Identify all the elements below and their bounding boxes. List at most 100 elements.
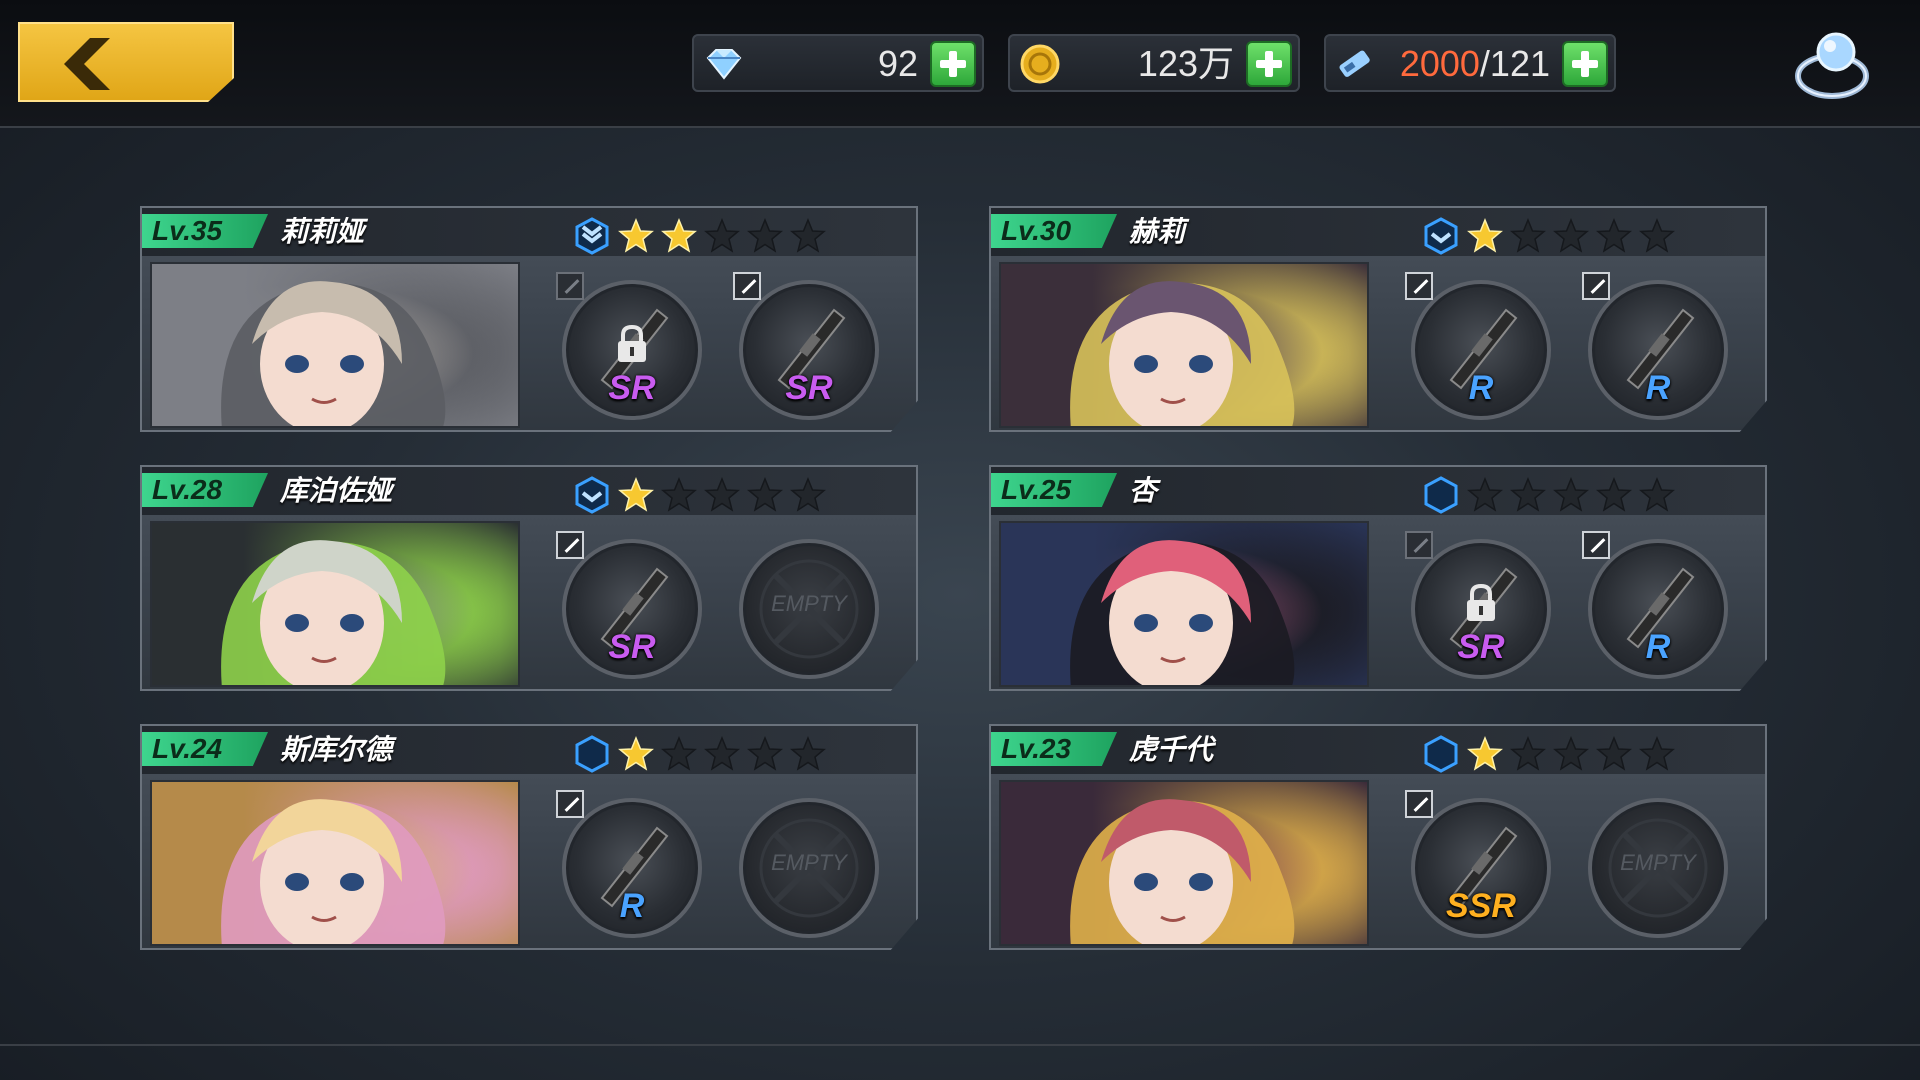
rank-chevron-icon bbox=[1424, 217, 1458, 255]
equipment-slot[interactable]: SR bbox=[556, 531, 702, 679]
character-portrait bbox=[999, 521, 1369, 687]
stamina-value: 2000/121 bbox=[1400, 42, 1550, 86]
equipment-slot[interactable]: SR bbox=[733, 272, 879, 420]
rarity-label: R bbox=[1645, 369, 1671, 407]
level-badge: Lv.24 bbox=[142, 732, 268, 766]
rank-hex-icon bbox=[575, 735, 609, 773]
stamina-ticket-icon bbox=[1339, 50, 1370, 77]
stamina-max: /121 bbox=[1479, 43, 1550, 84]
character-card[interactable]: Lv.24 斯库尔德 R EMPTY bbox=[140, 724, 918, 950]
bottom-divider bbox=[0, 1044, 1920, 1046]
add-stamina-button[interactable] bbox=[1562, 41, 1608, 87]
character-name: 杏 bbox=[1129, 474, 1158, 507]
level-badge: Lv.28 bbox=[142, 473, 268, 507]
rarity-label: SR bbox=[785, 369, 833, 407]
star-empty-icon bbox=[704, 218, 740, 253]
star-empty-icon bbox=[661, 736, 697, 771]
equipment-slot[interactable]: R bbox=[556, 790, 702, 938]
rarity-label: R bbox=[1645, 628, 1671, 666]
star-empty-icon bbox=[1639, 477, 1675, 512]
star-filled-icon bbox=[1467, 218, 1503, 253]
star-empty-icon bbox=[1596, 736, 1632, 771]
character-card[interactable]: Lv.35 莉莉娅 SR SR bbox=[140, 206, 918, 432]
equipment-slot[interactable]: R bbox=[1582, 531, 1728, 679]
equipment-slot-empty[interactable]: EMPTY bbox=[739, 798, 879, 938]
character-portrait bbox=[999, 780, 1369, 946]
rarity-label: SR bbox=[1457, 628, 1505, 666]
stamina-counter: 2000/121 bbox=[1324, 34, 1616, 92]
character-card[interactable]: Lv.25 杏 SR R bbox=[989, 465, 1767, 691]
rank-hex-icon bbox=[1424, 735, 1458, 773]
rarity-label: SR bbox=[608, 369, 656, 407]
character-art bbox=[221, 799, 446, 944]
equipment-slot[interactable]: R bbox=[1582, 272, 1728, 420]
rarity-label: SR bbox=[608, 628, 656, 666]
star-empty-icon bbox=[1467, 477, 1503, 512]
star-rating bbox=[1467, 736, 1675, 772]
character-card[interactable]: Lv.30 赫莉 R R bbox=[989, 206, 1767, 432]
empty-slot-label: EMPTY bbox=[771, 850, 847, 875]
star-empty-icon bbox=[1510, 477, 1546, 512]
equipment-slot-empty[interactable]: EMPTY bbox=[1588, 798, 1728, 938]
star-filled-icon bbox=[618, 477, 654, 512]
star-empty-icon bbox=[1510, 736, 1546, 771]
character-name: 赫莉 bbox=[1129, 215, 1186, 248]
gold-value: 123万 bbox=[1137, 43, 1234, 84]
star-rating bbox=[618, 736, 826, 772]
empty-slot-label: EMPTY bbox=[771, 591, 847, 616]
character-card[interactable]: Lv.28 库泊佐娅 SR EMPTY bbox=[140, 465, 918, 691]
diamond-icon bbox=[706, 49, 742, 80]
character-portrait bbox=[150, 262, 520, 428]
lock-icon bbox=[1467, 583, 1495, 621]
character-portrait bbox=[150, 521, 520, 687]
gold-coin-icon bbox=[1020, 44, 1060, 84]
star-empty-icon bbox=[747, 218, 783, 253]
equipment-slot[interactable]: SR bbox=[1405, 531, 1551, 679]
character-art bbox=[221, 281, 446, 426]
star-empty-icon bbox=[747, 736, 783, 771]
rarity-label: SSR bbox=[1446, 887, 1516, 925]
equipment-slot[interactable]: SR bbox=[556, 272, 702, 420]
level-badge: Lv.25 bbox=[991, 473, 1117, 507]
level-badge: Lv.35 bbox=[142, 214, 268, 248]
star-filled-icon bbox=[1467, 736, 1503, 771]
level-badge: Lv.23 bbox=[991, 732, 1117, 766]
equipment-slot[interactable]: R bbox=[1405, 272, 1551, 420]
character-name: 莉莉娅 bbox=[280, 215, 365, 248]
star-empty-icon bbox=[704, 477, 740, 512]
back-button[interactable] bbox=[18, 22, 234, 102]
star-rating bbox=[618, 218, 826, 254]
star-rating bbox=[1467, 218, 1675, 254]
lock-icon bbox=[618, 324, 646, 362]
rank-hex-icon bbox=[1424, 476, 1458, 514]
character-art bbox=[1070, 799, 1295, 944]
character-name: 虎千代 bbox=[1129, 733, 1214, 766]
rank-chevron-icon bbox=[575, 476, 609, 514]
star-empty-icon bbox=[661, 477, 697, 512]
star-empty-icon bbox=[704, 736, 740, 771]
empty-slot-label: EMPTY bbox=[1620, 850, 1696, 875]
star-empty-icon bbox=[790, 736, 826, 771]
character-portrait bbox=[150, 780, 520, 946]
rarity-label: R bbox=[1468, 369, 1494, 407]
star-filled-icon bbox=[618, 218, 654, 253]
character-name: 库泊佐娅 bbox=[280, 474, 393, 507]
equipment-slot[interactable]: SSR bbox=[1405, 790, 1551, 938]
star-empty-icon bbox=[1553, 218, 1589, 253]
back-arrow-icon bbox=[64, 38, 110, 90]
star-empty-icon bbox=[1639, 736, 1675, 771]
star-empty-icon bbox=[1639, 218, 1675, 253]
equipment-slot-empty[interactable]: EMPTY bbox=[739, 539, 879, 679]
character-art bbox=[221, 540, 446, 685]
ring-icon[interactable] bbox=[1792, 26, 1874, 106]
character-card[interactable]: Lv.23 虎千代 SSR EMPTY bbox=[989, 724, 1767, 950]
add-gold-button[interactable] bbox=[1246, 41, 1292, 87]
add-diamonds-button[interactable] bbox=[930, 41, 976, 87]
star-empty-icon bbox=[1510, 218, 1546, 253]
star-empty-icon bbox=[1553, 736, 1589, 771]
level-badge: Lv.30 bbox=[991, 214, 1117, 248]
rank-chevron-double-icon bbox=[575, 217, 609, 255]
star-empty-icon bbox=[1596, 477, 1632, 512]
star-empty-icon bbox=[1596, 218, 1632, 253]
character-name: 斯库尔德 bbox=[280, 733, 393, 766]
